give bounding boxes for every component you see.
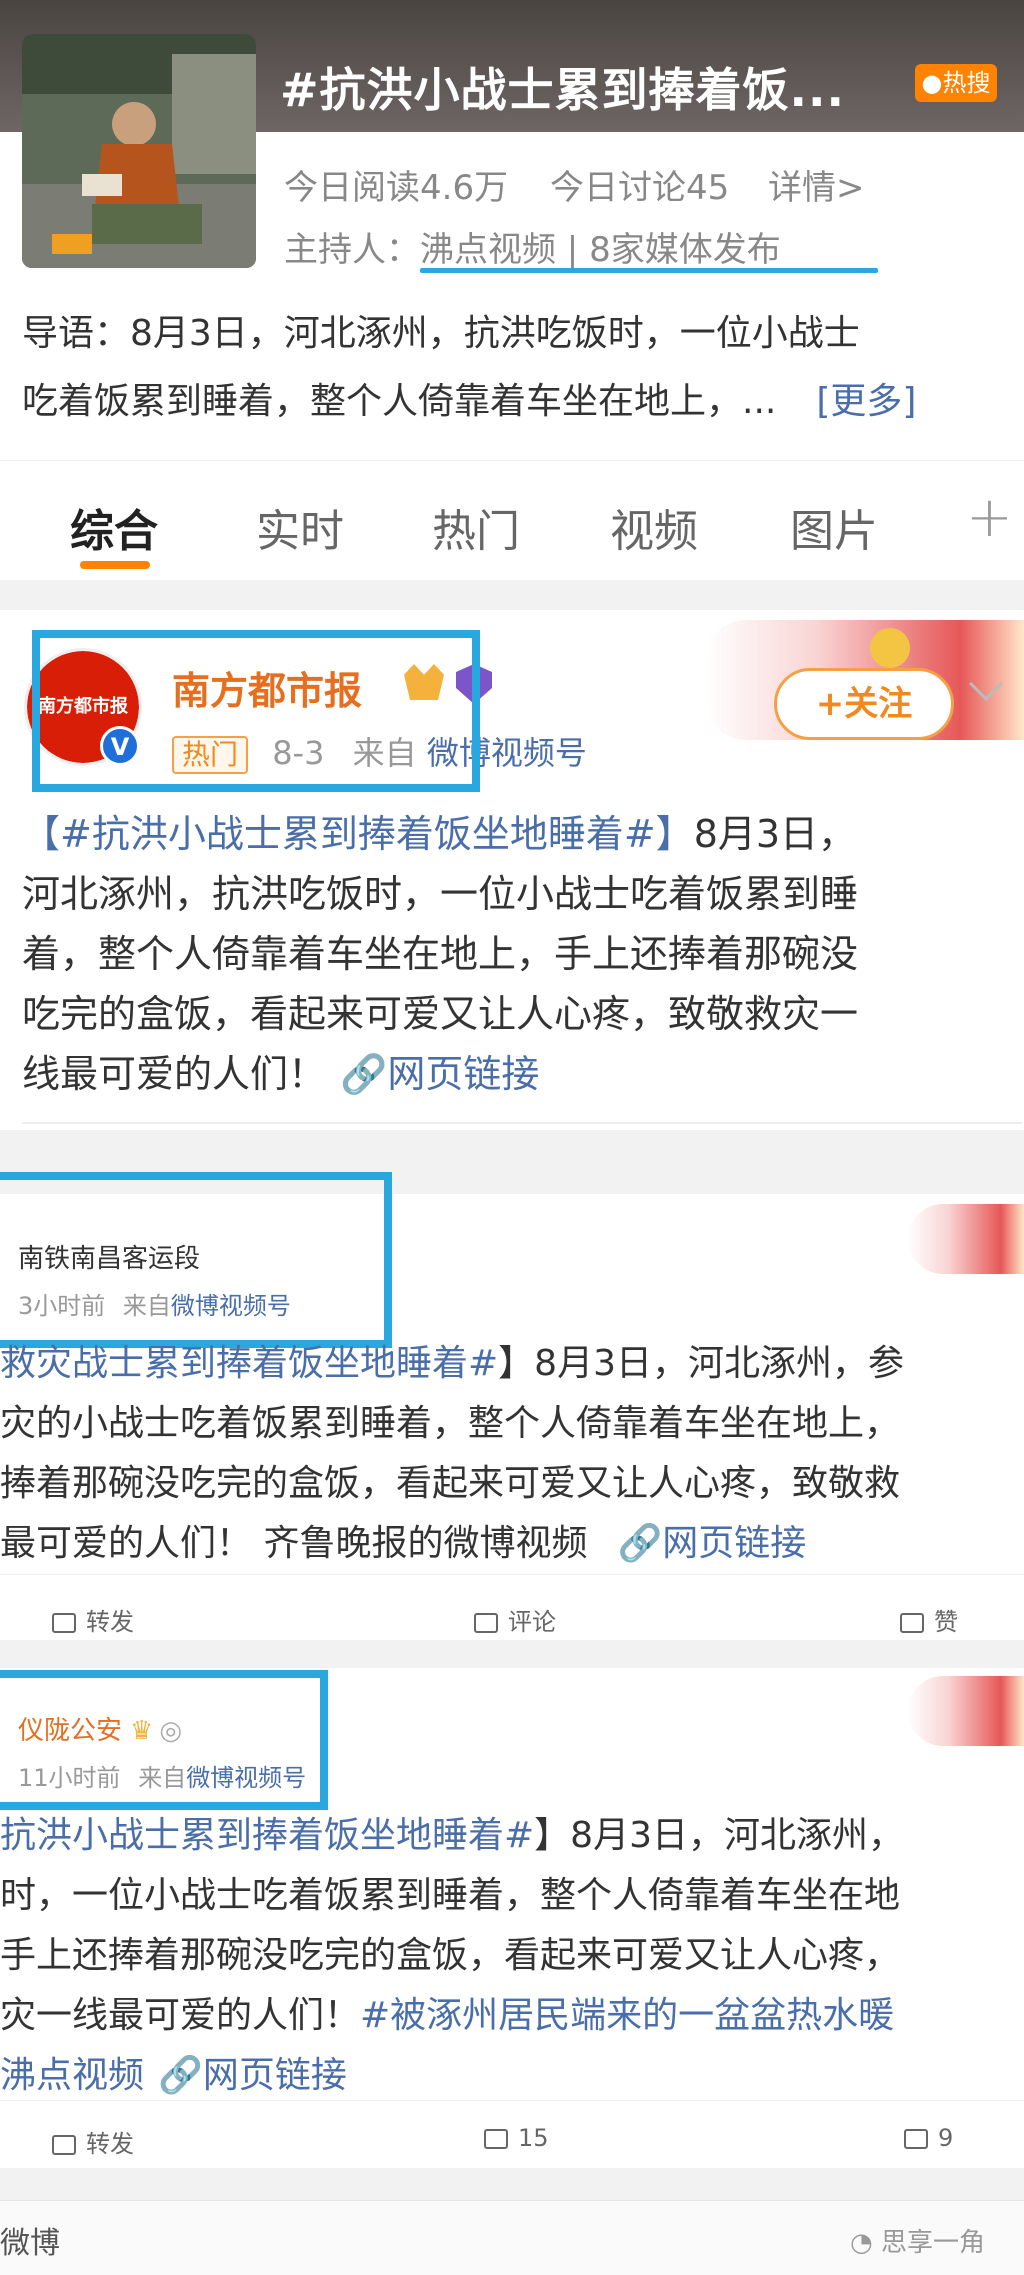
decorative-banner [908, 1204, 1024, 1274]
post-line: 时，一位小战士吃着饭累到睡着，整个人倚靠着车坐在地 [0, 1875, 901, 1916]
add-tab-icon[interactable]: + [966, 485, 1013, 550]
details-link[interactable]: 详情> [768, 160, 865, 209]
emblem-icon [870, 628, 910, 668]
intro-line: 吃着饭累到睡着，整个人倚靠着车坐在地上，... [更多] [22, 381, 917, 422]
divider [0, 2100, 1024, 2101]
divider [0, 1574, 1024, 1575]
like-button[interactable]: 9 [904, 2124, 953, 2152]
hashtag-link[interactable]: 【#抗洪小战士累到捧着饭坐地睡着#】 [22, 812, 694, 856]
post-line: 沸点视频 🔗网页链接 [0, 2046, 904, 2106]
hashtag-link[interactable]: 救灾战士累到捧着饭坐地睡着# [0, 1343, 498, 1384]
post-line: 河北涿州，抗洪吃饭时，一位小战士吃着饭累到睡 [22, 872, 859, 916]
decorative-banner [908, 1676, 1024, 1746]
comment-button[interactable]: 评论 [474, 1602, 556, 1637]
follow-button[interactable]: +关注 [774, 668, 954, 740]
tab-hot[interactable]: 热门 [432, 495, 520, 559]
post-line: 灾的小战士吃着饭累到睡着，整个人倚靠着车坐在地上， [0, 1403, 901, 1444]
hot-search-badge: ●热搜 [915, 64, 997, 102]
repost-button[interactable]: 转发 [52, 2124, 134, 2159]
post-line: 救灾战士累到捧着饭坐地睡着#】8月3日，河北涿州，参 [0, 1343, 904, 1384]
host-info[interactable]: 主持人：沸点视频 | 8家媒体发布 [284, 222, 781, 271]
post-body: 【#抗洪小战士累到捧着饭坐地睡着#】8月3日， 河北涿州，抗洪吃饭时，一位小战士… [22, 804, 858, 1104]
post-line: 吃完的盒饭，看起来可爱又让人心疼，致敬救灾一 [22, 992, 859, 1036]
link-icon: 🔗 [340, 1052, 388, 1096]
location-pin-icon: ● [921, 69, 943, 97]
tab-comprehensive[interactable]: 综合 [70, 495, 158, 559]
post-line: 灾一线最可爱的人们！#被涿州居民端来的一盆盆热水暖 [0, 1995, 895, 2036]
link-icon: 🔗 [158, 2055, 203, 2096]
source-tag-link[interactable]: 沸点视频 [0, 2055, 144, 2096]
post-line: 抗洪小战士累到捧着饭坐地睡着#】8月3日，河北涿州， [0, 1815, 904, 1856]
post-line: 线最可爱的人们！ 🔗网页链接 [22, 1052, 540, 1096]
tab-realtime[interactable]: 实时 [256, 495, 344, 559]
link-icon: 🔗 [617, 1523, 663, 1564]
highlight-box [32, 630, 480, 792]
web-link[interactable]: 网页链接 [203, 2055, 347, 2096]
web-link[interactable]: 网页链接 [387, 1052, 539, 1096]
tab-video[interactable]: 视频 [610, 495, 698, 559]
post-line: 着，整个人倚靠着车坐在地上，手上还捧着那碗没 [22, 932, 859, 976]
hashtag-link[interactable]: #被涿州居民端来的一盆盆热水暖 [360, 1995, 894, 2036]
watermark: ◔ 思享一角 [850, 2228, 985, 2258]
post-body: 救灾战士累到捧着饭坐地睡着#】8月3日，河北涿州，参 灾的小战士吃着饭累到睡着，… [0, 1334, 904, 1574]
app-name: 微博 [0, 2226, 60, 2261]
discussion-count: 今日讨论45 [550, 168, 730, 208]
highlight-box [0, 1670, 328, 1810]
active-tab-indicator [80, 561, 150, 569]
wechat-icon: ◔ [850, 2228, 881, 2258]
topic-thumbnail[interactable] [22, 34, 256, 268]
comment-icon [474, 1613, 498, 1633]
like-button[interactable]: 赞 [900, 1602, 958, 1637]
post-line: 最可爱的人们！ 齐鲁晚报的微博视频 🔗网页链接 [0, 1523, 807, 1564]
web-link[interactable]: 网页链接 [662, 1523, 806, 1564]
tab-bar: 综合 实时 热门 视频 图片 + [0, 460, 1024, 580]
post-line: 手上还捧着那碗没吃完的盒饭，看起来可爱又让人心疼， [0, 1935, 901, 1976]
post-line: 【#抗洪小战士累到捧着饭坐地睡着#】8月3日， [22, 812, 857, 856]
intro-line: 导语：8月3日，河北涿州，抗洪吃饭时，一位小战士 [22, 313, 860, 354]
repost-icon [52, 1613, 76, 1633]
host-highlight-underline [420, 268, 878, 273]
repost-icon [52, 2135, 76, 2155]
divider [22, 1122, 1022, 1124]
hashtag-link[interactable]: 抗洪小战士累到捧着饭坐地睡着# [0, 1815, 534, 1856]
comment-icon [484, 2129, 508, 2149]
topic-title: #抗洪小战士累到捧着饭... [280, 63, 845, 117]
thumbs-up-icon [900, 1613, 924, 1633]
topic-intro: 导语：8月3日，河北涿州，抗洪吃饭时，一位小战士 吃着饭累到睡着，整个人倚靠着车… [22, 300, 1012, 436]
comment-button[interactable]: 15 [484, 2124, 549, 2152]
tab-images[interactable]: 图片 [790, 495, 878, 559]
post-line: 捧着那碗没吃完的盒饭，看起来可爱又让人心疼，致敬救 [0, 1463, 901, 1504]
more-link[interactable]: [更多] [816, 381, 916, 422]
thumbs-up-icon [904, 2129, 928, 2149]
repost-button[interactable]: 转发 [52, 1602, 134, 1637]
read-count: 今日阅读4.6万 [284, 168, 509, 208]
highlight-box [0, 1172, 392, 1348]
post-body: 抗洪小战士累到捧着饭坐地睡着#】8月3日，河北涿州， 时，一位小战士吃着饭累到睡… [0, 1806, 904, 2106]
